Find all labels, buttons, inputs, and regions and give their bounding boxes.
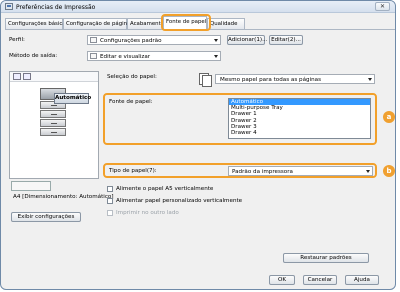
profile-label: Perfil: bbox=[9, 37, 25, 43]
paper-source-tab-highlight bbox=[161, 14, 211, 31]
paper-source-highlight bbox=[103, 93, 377, 145]
tab-basic-settings[interactable]: Configurações básicas bbox=[5, 18, 68, 29]
print-preferences-window: Preferências de Impressão ✕ Configuraçõe… bbox=[0, 0, 396, 290]
output-method-value: Editar e visualizar bbox=[100, 53, 151, 60]
tab-page-setup[interactable]: Configuração de página bbox=[63, 18, 130, 29]
help-button[interactable]: Ajuda bbox=[345, 275, 379, 285]
preview-toolbar bbox=[10, 72, 98, 82]
feed-a5-vertical-checkbox[interactable] bbox=[107, 186, 113, 192]
output-method-select[interactable]: Editar e visualizar bbox=[87, 51, 221, 61]
tab-quality[interactable]: Qualidade bbox=[207, 18, 245, 29]
restore-defaults-button[interactable]: Restaurar padrões bbox=[283, 253, 369, 263]
preview-print-icon[interactable] bbox=[23, 73, 31, 80]
print-other-side-checkbox[interactable] bbox=[107, 210, 113, 216]
cancel-button[interactable]: Cancelar bbox=[303, 275, 337, 285]
profile-icon bbox=[90, 37, 97, 43]
chevron-down-icon bbox=[214, 39, 218, 42]
paper-selection-select[interactable]: Mesmo papel para todas as páginas bbox=[215, 74, 375, 84]
chevron-down-icon bbox=[214, 55, 218, 58]
print-other-side-label: Imprimir no outro lado bbox=[116, 210, 179, 216]
paper-selection-value: Mesmo papel para todas as páginas bbox=[220, 76, 321, 83]
callout-a: a bbox=[383, 111, 395, 123]
tab-finishing[interactable]: Acabamento bbox=[127, 18, 164, 29]
view-settings-button[interactable]: Exibir configurações bbox=[11, 212, 81, 222]
feed-a5-vertical-label: Alimente o papel A5 verticalmente bbox=[116, 186, 214, 192]
printer-app-icon bbox=[5, 3, 13, 10]
paper-source-auto-badge: Automático bbox=[54, 93, 91, 104]
title-bar: Preferências de Impressão ✕ bbox=[1, 1, 395, 13]
paper-size-summary: A4 [Dimensionamento: Automático] bbox=[13, 194, 114, 200]
output-method-label: Método de saída: bbox=[9, 53, 58, 59]
paper-selection-label: Seleção do papel: bbox=[107, 74, 157, 80]
paper-stack-icon bbox=[197, 71, 213, 87]
add-profile-button[interactable]: Adicionar(1)... bbox=[227, 35, 267, 45]
preview-view-icon[interactable] bbox=[13, 73, 21, 80]
window-title: Preferências de Impressão bbox=[16, 4, 96, 11]
printer-preview-panel bbox=[9, 71, 99, 179]
profile-select[interactable]: Configurações padrão bbox=[87, 35, 221, 45]
feed-custom-vertical-label: Alimentar papel personalizado verticalme… bbox=[116, 198, 243, 204]
chevron-down-icon bbox=[368, 78, 372, 81]
callout-b: b bbox=[383, 165, 395, 177]
profile-value: Configurações padrão bbox=[100, 37, 162, 44]
feed-custom-vertical-checkbox[interactable] bbox=[107, 198, 113, 204]
close-button[interactable]: ✕ bbox=[375, 2, 390, 11]
edit-profile-button[interactable]: Editar(2)... bbox=[269, 35, 303, 45]
ok-button[interactable]: OK bbox=[269, 275, 295, 285]
output-method-icon bbox=[90, 53, 97, 59]
paper-type-highlight bbox=[103, 163, 377, 178]
preview-icon-bar[interactable] bbox=[11, 181, 51, 191]
